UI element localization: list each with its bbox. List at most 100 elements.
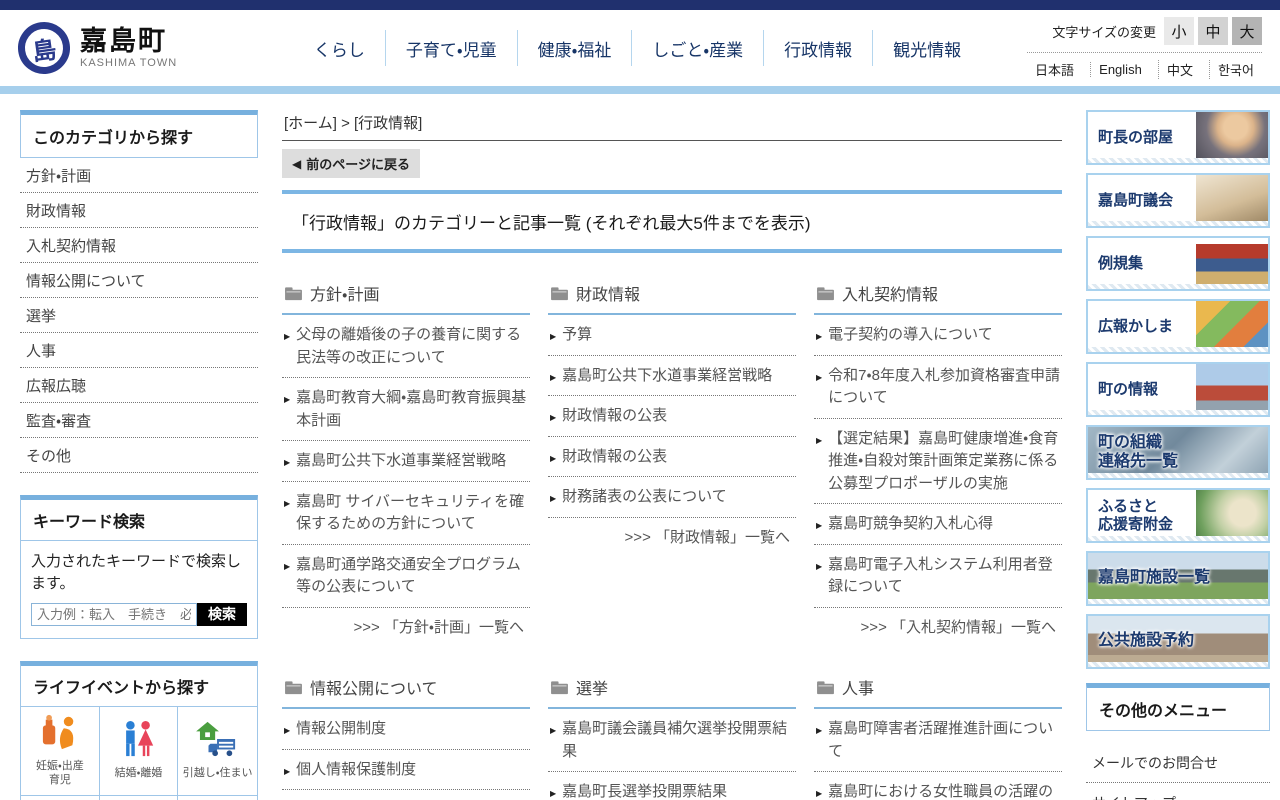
triangle-bullet-icon: ▶ bbox=[550, 372, 557, 382]
article-link[interactable]: ▶ 個人情報保護制度 bbox=[282, 750, 530, 790]
category-title: 入札契約情報 bbox=[842, 287, 939, 304]
nav-item-4[interactable]: しごと・産業 bbox=[632, 28, 763, 69]
category-more-link[interactable]: >>> 「財政情報」一覧へ bbox=[548, 518, 796, 550]
banner-facilities[interactable]: 嘉島町施設一覧 bbox=[1086, 551, 1270, 606]
category-block-5: 選挙▶嘉島町議会議員補欠選挙投開票結果▶嘉島町長選挙投開票結果▶熊本県議会議員一… bbox=[548, 673, 796, 800]
category-more-link[interactable]: >>> 「方針・計画」一覧へ bbox=[282, 608, 530, 640]
article-link[interactable]: ▶ 嘉島町長選挙投開票結果 bbox=[548, 772, 796, 800]
search-input[interactable] bbox=[31, 602, 197, 626]
life-event-care[interactable]: 介護・病気 bbox=[21, 794, 100, 800]
article-list: ▶ 予算 ▶ 嘉島町公共下水道事業経営戦略 ▶ 財政情報の公表 ▶ 財政情報の公表 ▶ 財務諸表の… bbox=[548, 315, 796, 518]
banner-reservation[interactable]: 公共施設予約 bbox=[1086, 614, 1270, 669]
other-menu-link[interactable]: メールでのお問合せ bbox=[1086, 743, 1270, 783]
article-title: 予算 bbox=[562, 326, 593, 343]
banner-magazine[interactable]: 広報かしま bbox=[1086, 299, 1270, 354]
breadcrumb-home-link[interactable]: [ホーム] bbox=[284, 115, 337, 132]
category-header: 情報公開について bbox=[282, 673, 530, 709]
folder-icon bbox=[816, 680, 835, 695]
banner-furusato[interactable]: ふるさと 応援寄附金 bbox=[1086, 488, 1270, 543]
life-event-baby[interactable]: 妊娠・出産 育児 bbox=[21, 706, 100, 795]
site-logo[interactable]: 島 嘉島町 KASHIMA TOWN bbox=[14, 18, 248, 78]
other-menu-title: その他のメニュー bbox=[1086, 683, 1270, 731]
books-photo bbox=[1196, 238, 1268, 289]
triangle-bullet-icon: ▶ bbox=[816, 561, 823, 571]
category-more-link[interactable]: >>> 「入札契約情報」一覧へ bbox=[814, 608, 1062, 640]
moving-icon bbox=[195, 720, 241, 763]
nav-item-5[interactable]: 行政情報 bbox=[764, 28, 872, 69]
article-link[interactable]: ▶ 嘉島町通学路交通安全プログラム等の公表について bbox=[282, 545, 530, 608]
banner-town[interactable]: 町の情報 bbox=[1086, 362, 1270, 417]
life-events-grid: 妊娠・出産 育児 結婚・離婚 引越し・住まい介護・病気おくやみ就職・離職 bbox=[21, 706, 257, 800]
language-link-1[interactable]: 日本語 bbox=[1027, 60, 1082, 79]
article-link[interactable]: ▶ 嘉島町教育大綱・嘉島町教育振興基本計画 bbox=[282, 378, 530, 441]
font-size-button-大[interactable]: 大 bbox=[1232, 17, 1262, 45]
keyword-search-panel: キーワード検索 入力されたキーワードで検索します。 検索 bbox=[20, 495, 258, 639]
life-event-couple[interactable]: 結婚・離婚 bbox=[100, 706, 179, 795]
life-event-label: 引越し・住まい bbox=[182, 767, 253, 780]
article-link[interactable]: ▶ 嘉島町公共下水道事業経営戦略 bbox=[548, 356, 796, 396]
banner-label: ふるさと 応援寄附金 bbox=[1098, 498, 1174, 533]
article-link[interactable]: ▶ 嘉島町における女性職員の活躍の推進に関する特定事業主行動計画 bbox=[814, 772, 1062, 800]
language-link-3[interactable]: 中文 bbox=[1157, 60, 1201, 79]
language-link-4[interactable]: 한국어 bbox=[1209, 60, 1262, 79]
sidebar-category-link[interactable]: 方針・計画 bbox=[20, 158, 258, 193]
triangle-bullet-icon: ▶ bbox=[550, 413, 557, 422]
language-link-2[interactable]: English bbox=[1090, 62, 1150, 77]
life-event-moving[interactable]: 引越し・住まい bbox=[178, 707, 257, 795]
life-event-job[interactable]: 就職・離職 bbox=[178, 794, 257, 800]
article-link[interactable]: ▶ 財務諸表の公表について bbox=[548, 477, 796, 518]
back-button[interactable]: ◀ 前のページに戻る bbox=[282, 149, 420, 178]
life-event-condolence[interactable]: おくやみ bbox=[99, 794, 179, 800]
font-size-button-小[interactable]: 小 bbox=[1164, 17, 1194, 45]
life-events-title: ライフイベントから探す bbox=[21, 666, 257, 707]
article-link[interactable]: ▶ 嘉島町競争契約入札心得 bbox=[814, 504, 1062, 545]
sidebar-category-link[interactable]: 情報公開について bbox=[20, 263, 258, 298]
folder-icon bbox=[550, 286, 569, 301]
article-link[interactable]: ▶ 予算 bbox=[548, 315, 796, 356]
site-title: 嘉島町 bbox=[80, 26, 167, 57]
font-size-button-中[interactable]: 中 bbox=[1198, 17, 1228, 45]
nav-item-1[interactable]: くらし bbox=[294, 28, 385, 69]
nav-item-6[interactable]: 観光情報 bbox=[873, 28, 981, 69]
sidebar-category-link[interactable]: 人事 bbox=[20, 333, 258, 368]
article-title: 嘉島町通学路交通安全プログラム等の公表について bbox=[296, 555, 521, 596]
article-link[interactable]: ▶ 嘉島町電子入札システム利用者登録について bbox=[814, 545, 1062, 608]
article-link[interactable]: ▶ 嘉島町 サイバーセキュリティを確保するための方針について bbox=[282, 482, 530, 545]
banner-organization[interactable]: 町の組織 連絡先一覧 bbox=[1086, 425, 1270, 480]
sidebar-category-link[interactable]: 財政情報 bbox=[20, 193, 258, 228]
site-header: 島 嘉島町 KASHIMA TOWN くらし 子育て・児童 健康・福祉 しごと・産業行… bbox=[0, 10, 1280, 86]
article-link[interactable]: ▶ 嘉島町障害者活躍推進計画について bbox=[814, 709, 1062, 772]
other-menu-link[interactable]: サイトマップ bbox=[1086, 783, 1270, 800]
article-link[interactable]: ▶ 情報公開制度 bbox=[282, 709, 530, 750]
breadcrumb-separator: > bbox=[341, 115, 350, 132]
sidebar-category-link[interactable]: 広報広聴 bbox=[20, 368, 258, 403]
category-more-link[interactable]: >>> 「情報公開について」一覧へ bbox=[282, 790, 530, 800]
nav-item-3[interactable]: 健康・福祉 bbox=[518, 28, 632, 69]
triangle-bullet-icon: ▶ bbox=[816, 521, 823, 530]
article-link[interactable]: ▶ 【選定結果】嘉島町健康増進・食育推進・自殺対策計画策定業務に係る公募型プロポー… bbox=[814, 419, 1062, 504]
breadcrumb: [ホーム] > [行政情報] bbox=[282, 110, 1062, 141]
triangle-bullet-icon: ▶ bbox=[550, 789, 557, 798]
article-link[interactable]: ▶ 嘉島町公共下水道事業経営戦略 bbox=[282, 441, 530, 482]
sidebar-category-link[interactable]: 監査・審査 bbox=[20, 403, 258, 438]
article-link[interactable]: ▶ 財政情報の公表 bbox=[548, 437, 796, 477]
article-link[interactable]: ▶ 令和7・8年度入札参加資格審査申請について bbox=[814, 356, 1062, 419]
banner-assembly[interactable]: 嘉島町議会 bbox=[1086, 173, 1270, 228]
sidebar-category-link[interactable]: 入札契約情報 bbox=[20, 228, 258, 263]
article-link[interactable]: ▶ 父母の離婚後の子の養育に関する民法等の改正について bbox=[282, 315, 530, 378]
article-title: 父母の離婚後の子の養育に関する民法等の改正について bbox=[296, 326, 522, 366]
article-link[interactable]: ▶ 嘉島町議会議員補欠選挙投開票結果 bbox=[548, 709, 796, 772]
category-block-2: 財政情報 ▶ 予算 ▶ 嘉島町公共下水道事業経営戦略 ▶ 財政情報の公表 ▶ 財政情報の公表 ▶ 財… bbox=[548, 279, 796, 639]
sidebar-category-link[interactable]: その他 bbox=[20, 438, 258, 473]
banner-mayor[interactable]: 町長の部屋 bbox=[1086, 110, 1270, 165]
banner-books[interactable]: 例規集 bbox=[1086, 236, 1270, 291]
article-list: ▶ 電子契約の導入について ▶ 令和7・8年度入札参加資格審査申請について ▶ 【選定結果… bbox=[814, 315, 1062, 608]
search-button[interactable]: 検索 bbox=[197, 602, 247, 626]
sidebar-category-link[interactable]: 選挙 bbox=[20, 298, 258, 333]
banner-label: 例規集 bbox=[1098, 254, 1144, 272]
breadcrumb-current[interactable]: [行政情報] bbox=[354, 115, 422, 132]
article-link[interactable]: ▶ 財政情報の公表 bbox=[548, 396, 796, 437]
article-list: ▶ 嘉島町障害者活躍推進計画について ▶ 嘉島町における女性職員の活躍の推進に関する特… bbox=[814, 709, 1062, 800]
article-link[interactable]: ▶ 電子契約の導入について bbox=[814, 315, 1062, 356]
nav-item-2[interactable]: 子育て・児童 bbox=[386, 28, 517, 69]
